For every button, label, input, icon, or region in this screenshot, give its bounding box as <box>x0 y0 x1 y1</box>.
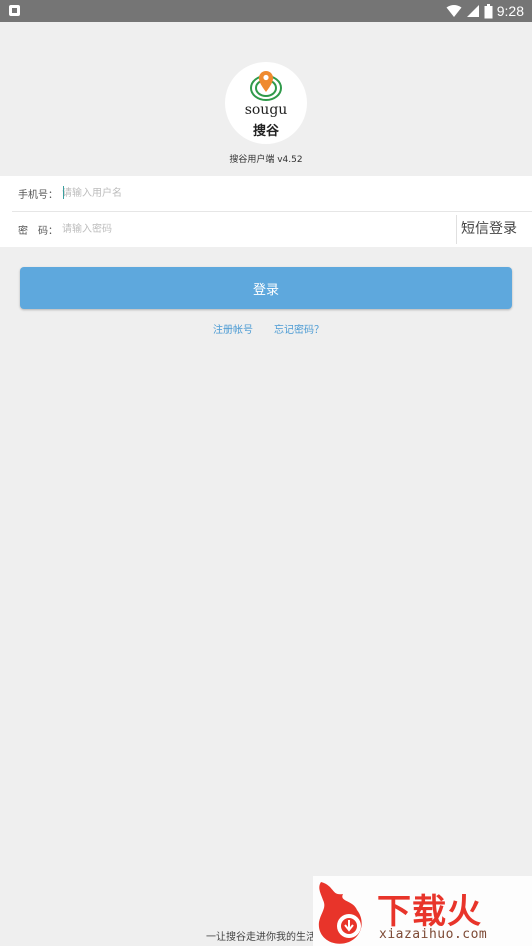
status-icons: 9:28 <box>446 2 524 20</box>
app-version: 搜谷用户端 v4.52 <box>229 155 303 165</box>
vertical-divider <box>456 215 457 244</box>
wifi-icon <box>446 5 462 17</box>
watermark-en: xiazaihuo.com <box>379 927 488 942</box>
password-row: 密 码： 短信登录 <box>0 212 532 247</box>
signal-icon <box>466 5 479 17</box>
battery-icon <box>484 3 493 18</box>
login-form: 手机号： 密 码： 短信登录 <box>0 176 532 247</box>
logo-brand-en: sougu <box>244 102 288 118</box>
notification-icon <box>9 5 20 16</box>
phone-row: 手机号： <box>0 176 532 212</box>
slogan: 一让搜谷走进你我的生活 <box>206 932 316 943</box>
password-input[interactable] <box>62 218 447 240</box>
login-button[interactable]: 登录 <box>20 267 512 309</box>
flame-logo-icon <box>318 882 362 944</box>
register-link[interactable]: 注册帐号 <box>213 321 253 336</box>
logo-brand-cn: 搜谷 <box>252 124 279 139</box>
status-bar: 9:28 <box>0 0 532 22</box>
watermark: 下载火 xiazaihuo.com <box>313 876 532 946</box>
sms-login-button[interactable]: 短信登录 <box>461 218 517 238</box>
text-cursor <box>63 186 64 199</box>
phone-label: 手机号： <box>18 190 58 201</box>
watermark-cn: 下载火 <box>377 892 482 932</box>
phone-input[interactable] <box>62 182 442 204</box>
forgot-password-link[interactable]: 忘记密码？ <box>274 321 324 336</box>
password-label: 密 码： <box>18 226 58 237</box>
status-time: 9:28 <box>496 3 524 19</box>
app-logo: sougu 搜谷 <box>225 62 307 144</box>
